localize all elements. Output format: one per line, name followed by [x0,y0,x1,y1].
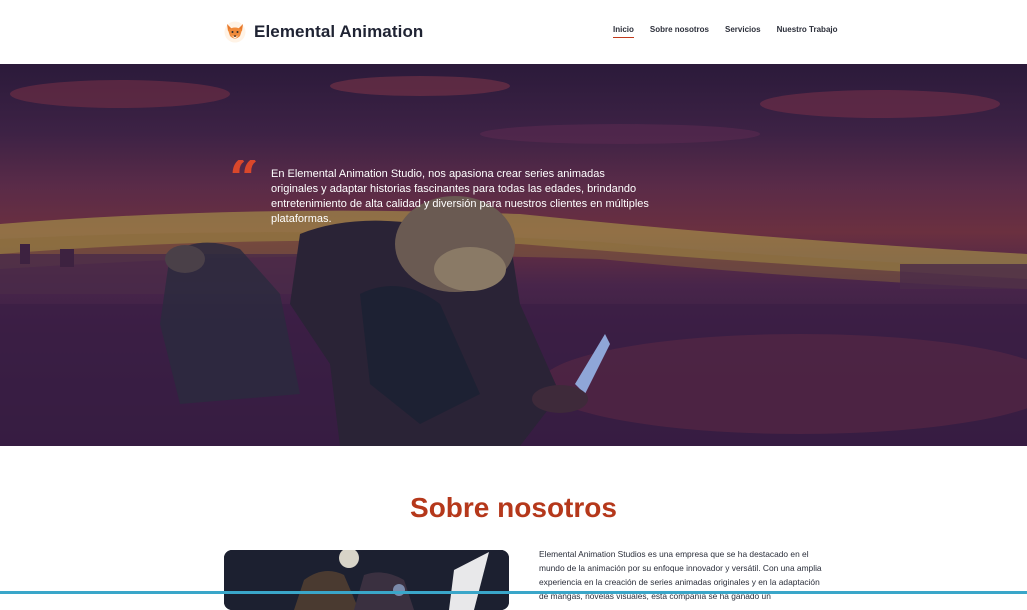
nav-item-servicios[interactable]: Servicios [725,25,761,38]
hero-section: “ En Elemental Animation Studio, nos apa… [0,64,1027,446]
nav-item-inicio[interactable]: Inicio [613,25,634,38]
nav-item-nuestro-trabajo[interactable]: Nuestro Trabajo [777,25,838,38]
brand[interactable]: Elemental Animation [224,19,423,45]
quote-mark-icon: “ [229,160,263,190]
nav-item-sobre-nosotros[interactable]: Sobre nosotros [650,25,709,38]
hero-quote-text: En Elemental Animation Studio, nos apasi… [271,168,649,225]
about-image [224,550,509,610]
brand-name: Elemental Animation [254,22,424,41]
fox-logo-icon [224,21,246,43]
site-header: Elemental Animation Inicio Sobre nosotro… [0,0,1027,64]
main-nav: Inicio Sobre nosotros Servicios Nuestro … [613,25,854,38]
about-illustration [224,550,509,610]
about-text: Elemental Animation Studios es una empre… [539,549,822,601]
about-title: Sobre nosotros [410,492,617,523]
hero-quote: “ En Elemental Animation Studio, nos apa… [229,160,649,227]
hero-background-image [0,76,1027,446]
